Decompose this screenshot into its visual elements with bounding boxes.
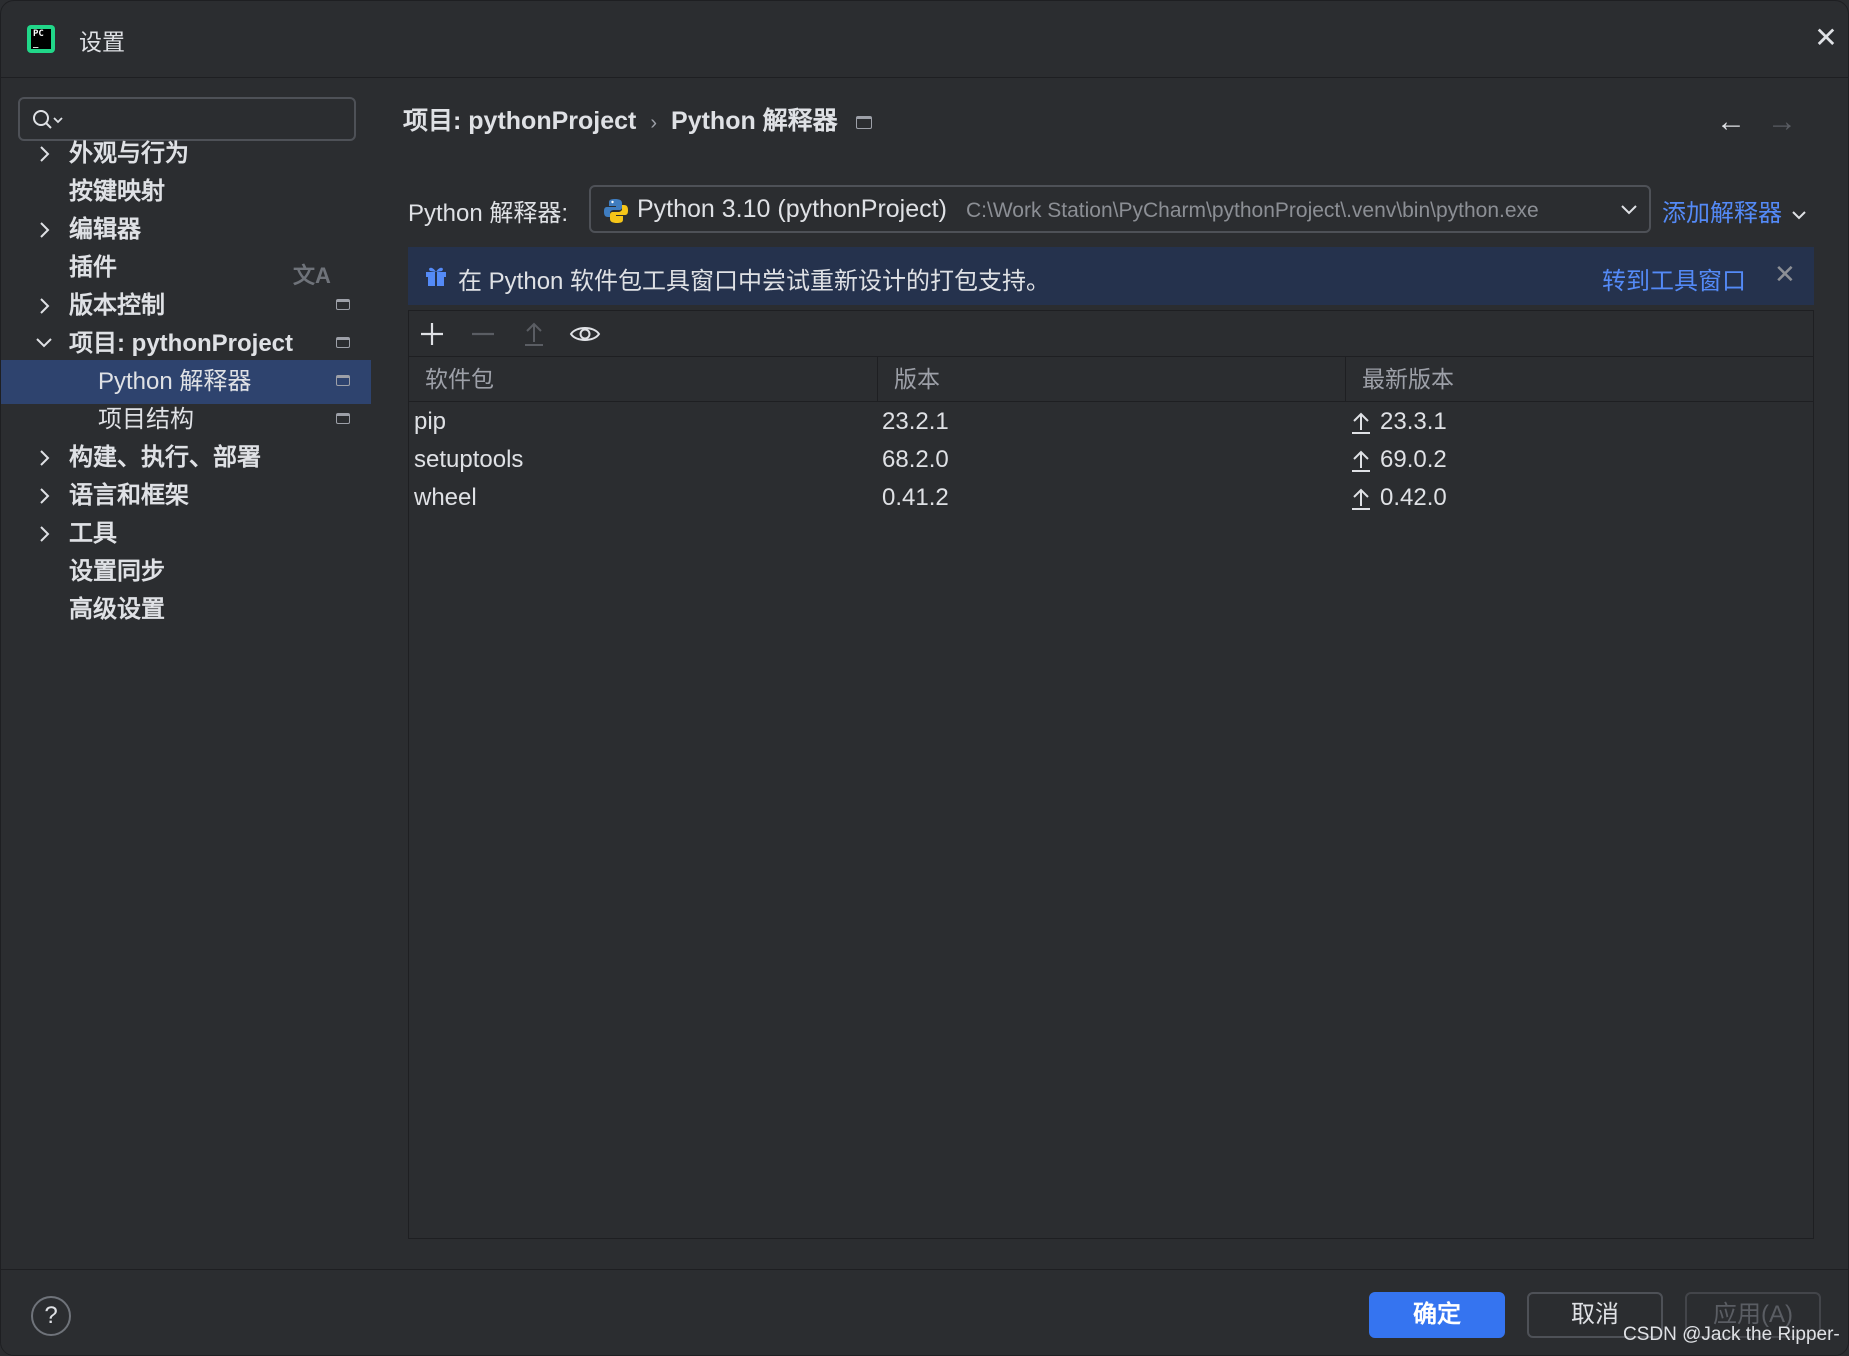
package-version: 23.2.1 — [882, 408, 949, 435]
ok-button[interactable]: 确定 — [1369, 1292, 1505, 1338]
packages-toolbar — [409, 311, 1813, 357]
settings-dialog: PC _ 设置 ✕ 外观与行为 按键映射 编辑器 插件 文A 版本控制 项目: pythonP… — [0, 0, 1849, 1356]
upgrade-available-icon — [1352, 488, 1370, 510]
package-latest-version: 69.0.2 — [1350, 441, 1447, 479]
dock-icon — [336, 299, 350, 310]
interpreter-label: Python 解释器: — [408, 200, 569, 227]
sidebar-item[interactable]: 高级设置 — [1, 588, 373, 632]
packages-table-header: 软件包 版本 最新版本 — [409, 357, 1813, 402]
table-row[interactable]: wheel 0.41.2 0.42.0 — [409, 479, 1813, 517]
upgrade-available-icon — [1352, 412, 1370, 434]
package-version: 0.41.2 — [882, 484, 949, 511]
dock-icon — [336, 337, 350, 348]
help-icon[interactable]: ? — [31, 1296, 71, 1336]
chevron-down-icon — [1792, 210, 1806, 220]
package-latest-version: 0.42.0 — [1350, 479, 1447, 517]
latest-version-text: 0.42.0 — [1380, 484, 1447, 511]
python-icon — [604, 199, 628, 223]
breadcrumb-separator: › — [650, 112, 658, 134]
watermark: CSDN @Jack the Ripper- — [1623, 1324, 1840, 1345]
dock-icon — [336, 375, 350, 386]
window-title: 设置 — [79, 29, 125, 55]
close-icon[interactable]: ✕ — [1811, 21, 1841, 55]
breadcrumb-current: Python 解释器 — [671, 107, 838, 135]
package-version: 68.2.0 — [882, 446, 949, 473]
eye-icon[interactable] — [568, 317, 602, 351]
title-bar: PC _ 设置 ✕ — [1, 1, 1848, 78]
sidebar-item-label: 高级设置 — [69, 596, 165, 623]
package-name: setuptools — [414, 446, 524, 473]
package-name: pip — [414, 408, 447, 435]
latest-version-text: 23.3.1 — [1380, 408, 1447, 435]
interpreter-name: Python 3.10 (pythonProject) — [637, 195, 947, 223]
column-header-latest-version[interactable]: 最新版本 — [1345, 357, 1813, 401]
info-banner: 在 Python 软件包工具窗口中尝试重新设计的打包支持。 转到工具窗口 ✕ — [408, 247, 1814, 305]
gift-icon — [426, 267, 446, 286]
upgrade-icon[interactable] — [517, 317, 551, 351]
dock-icon — [336, 413, 350, 424]
search-icon — [33, 110, 63, 129]
package-latest-version: 23.3.1 — [1350, 403, 1447, 441]
chevron-down-icon — [1621, 205, 1637, 215]
add-interpreter-link[interactable]: 添加解释器 — [1662, 193, 1808, 228]
dock-icon — [855, 115, 872, 129]
column-header-package[interactable]: 软件包 — [409, 357, 877, 401]
add-icon[interactable] — [415, 317, 449, 351]
add-interpreter-label: 添加解释器 — [1662, 200, 1782, 227]
settings-sidebar: 外观与行为 按键映射 编辑器 插件 文A 版本控制 项目: pythonProject Pyt… — [1, 78, 373, 1268]
go-to-tool-window-link[interactable]: 转到工具窗口 — [1602, 261, 1746, 296]
table-row[interactable]: setuptools 68.2.0 69.0.2 — [409, 441, 1813, 479]
banner-text: 在 Python 软件包工具窗口中尝试重新设计的打包支持。 — [458, 268, 1051, 295]
remove-icon[interactable] — [466, 317, 500, 351]
breadcrumb: 项目: pythonProject › Python 解释器 — [403, 101, 872, 137]
upgrade-available-icon — [1352, 450, 1370, 472]
interpreter-select[interactable]: Python 3.10 (pythonProject) C:\Work Stat… — [589, 185, 1651, 233]
forward-arrow-icon[interactable]: → — [1767, 105, 1797, 139]
close-icon[interactable]: ✕ — [1774, 259, 1796, 290]
packages-panel: 软件包 版本 最新版本 pip 23.2.1 23.3.1 setuptools 68.… — [408, 310, 1814, 1239]
column-header-version[interactable]: 版本 — [877, 357, 1345, 401]
package-name: wheel — [414, 484, 477, 511]
interpreter-path: C:\Work Station\PyCharm\pythonProject\.v… — [966, 199, 1539, 222]
dialog-footer: ? 确定 取消 应用(A) CSDN @Jack the Ripper- — [1, 1269, 1848, 1355]
table-row[interactable]: pip 23.2.1 23.3.1 — [409, 403, 1813, 441]
latest-version-text: 69.0.2 — [1380, 446, 1447, 473]
pycharm-logo-icon: PC _ — [27, 25, 55, 53]
breadcrumb-parent[interactable]: 项目: pythonProject — [403, 101, 636, 137]
back-arrow-icon[interactable]: ← — [1716, 105, 1746, 139]
